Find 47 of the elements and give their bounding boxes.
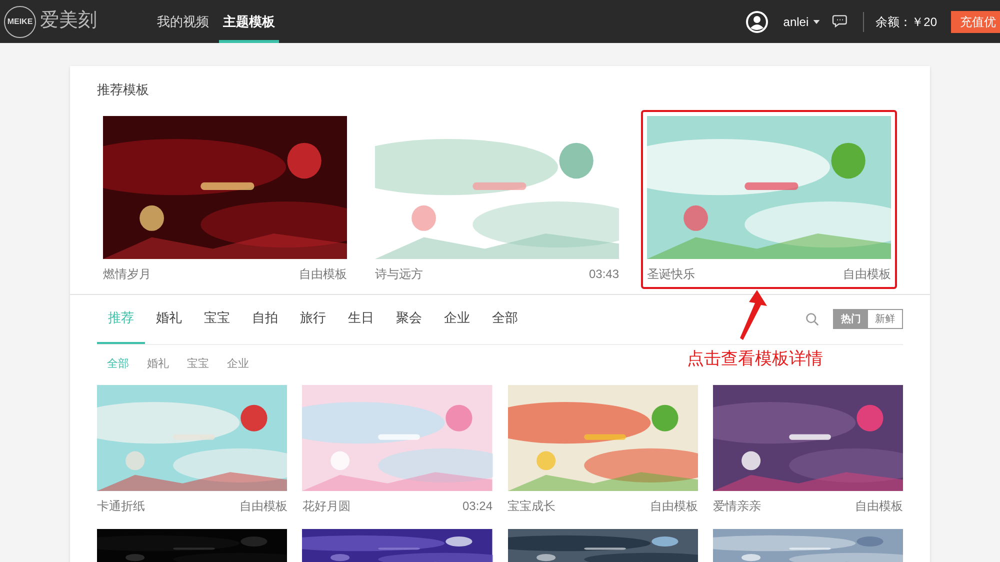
template-meta: 03:43: [588, 266, 619, 282]
nav-tab[interactable]: 我的视频: [153, 0, 213, 43]
search-icon[interactable]: [805, 312, 819, 326]
section-title: 推荐模板: [97, 81, 150, 99]
category-tab[interactable]: 旅行: [289, 294, 337, 344]
template-meta: 自由模板: [843, 266, 891, 282]
template-meta: 自由模板: [239, 498, 288, 514]
template-card[interactable]: 爱情亲亲 自由模板: [712, 384, 903, 514]
annotation-text: 点击查看模板详情: [687, 348, 823, 370]
category-tab[interactable]: 生日: [337, 294, 385, 344]
template-card[interactable]: 花好月圆 03:24: [302, 384, 492, 514]
template-title: 燃情岁月: [103, 266, 151, 282]
template-card[interactable]: 卡通折纸 自由模板: [97, 384, 288, 514]
logo-mark: MEIKE: [4, 6, 36, 38]
template-meta: 03:24: [462, 498, 492, 514]
nav-tab[interactable]: 主题模板: [219, 0, 279, 43]
template-card[interactable]: 圣诞快乐 自由模板: [641, 110, 897, 288]
category-tab[interactable]: 聚会: [385, 294, 433, 344]
template-card[interactable]: 宝宝成长 自由模板: [508, 384, 698, 514]
category-tab[interactable]: 企业: [433, 294, 481, 344]
avatar-icon[interactable]: [745, 10, 770, 34]
category-tab[interactable]: 全部: [481, 294, 529, 344]
template-title: 爱情亲亲: [712, 498, 761, 514]
template-title: 花好月圆: [302, 498, 350, 514]
template-title: 卡通折纸: [97, 498, 145, 514]
template-title: 诗与远方: [375, 266, 423, 282]
caret-icon: [812, 20, 820, 24]
recharge-button[interactable]: 充值优: [951, 10, 1000, 32]
filter-link[interactable]: 企业: [227, 356, 249, 373]
template-meta: 自由模板: [855, 498, 903, 514]
template-title: 圣诞快乐: [647, 266, 695, 282]
category-tab[interactable]: 宝宝: [193, 294, 241, 344]
chat-icon[interactable]: [832, 14, 849, 29]
template-card[interactable]: 诗与远方 03:43: [369, 110, 625, 288]
filter-link[interactable]: 婚礼: [147, 356, 169, 373]
template-title: 宝宝成长: [508, 498, 556, 514]
template-meta: 自由模板: [650, 498, 698, 514]
template-card[interactable]: 燃情岁月 自由模板: [97, 110, 353, 288]
filter-link[interactable]: 宝宝: [187, 356, 209, 373]
annotation-arrow: [737, 290, 767, 340]
template-meta: 自由模板: [299, 266, 347, 282]
balance-text: 余额：￥20: [876, 14, 937, 30]
logo-text: 爱美刻: [40, 8, 97, 34]
category-tab[interactable]: 自拍: [241, 294, 289, 344]
category-tab[interactable]: 婚礼: [145, 294, 193, 344]
user-menu[interactable]: anlei: [783, 12, 820, 30]
sort-button[interactable]: 热门: [834, 310, 868, 328]
